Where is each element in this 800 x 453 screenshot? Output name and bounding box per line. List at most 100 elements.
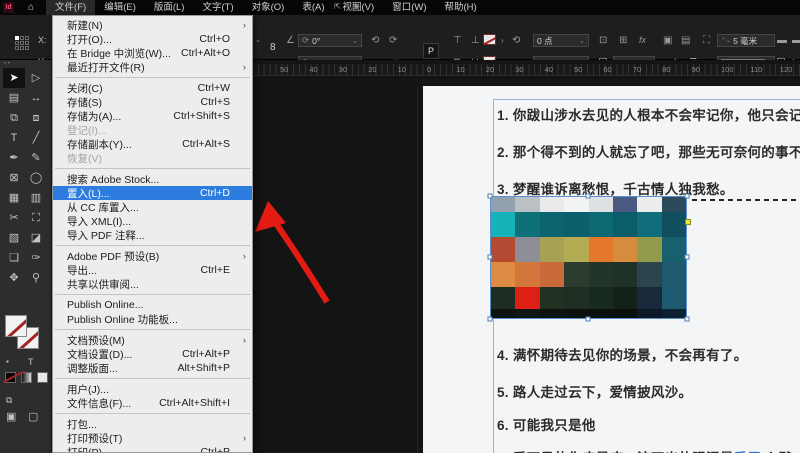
rotate-small-icon[interactable]: ⟲: [512, 34, 520, 47]
constrain-proportions-icon[interactable]: 8: [270, 41, 276, 54]
file-menu-item-20[interactable]: 共享以供审阅...: [53, 277, 252, 291]
rotation-angle-field[interactable]: ⟳ 0°⌄: [298, 34, 362, 47]
eyedropper-tool-icon[interactable]: ✑: [25, 248, 47, 268]
file-menu-item-18[interactable]: Adobe PDF 预设(B)›: [53, 249, 252, 263]
file-menu-item-7[interactable]: 存储为(A)...Ctrl+Shift+S: [53, 109, 252, 123]
fill-none-swatch[interactable]: [483, 34, 496, 45]
file-menu-item-3[interactable]: 最近打开文件(R)›: [53, 60, 252, 74]
formatting-container-icon[interactable]: ▪: [6, 352, 9, 372]
file-menu-item-22[interactable]: Publish Online...: [53, 298, 252, 312]
document-text-line[interactable]: 6. 可能我只是他: [497, 414, 800, 434]
menubar-item-1[interactable]: 编辑(E): [95, 0, 145, 15]
frame-handle[interactable]: [488, 317, 493, 322]
gradient-swatch-tool-icon[interactable]: ▧: [3, 228, 25, 248]
menubar-item-7[interactable]: 窗口(W): [383, 0, 435, 15]
content-placer-tool-icon[interactable]: ⧈: [25, 108, 47, 128]
polygon-tool-icon[interactable]: ▥: [25, 188, 47, 208]
screen-mode-preview-icon[interactable]: ▢: [28, 407, 38, 427]
document-text-line[interactable]: 2. 那个得不到的人就忘了吧，那些无可奈何的事不如算了。: [497, 141, 800, 161]
file-menu-item-13[interactable]: 置入(L)...Ctrl+D: [53, 186, 252, 200]
file-menu-item-6[interactable]: 存储(S)Ctrl+S: [53, 95, 252, 109]
window-arrange-icon[interactable]: ⇱: [332, 2, 343, 12]
apply-none-button[interactable]: [37, 372, 48, 383]
home-icon[interactable]: ⌂: [28, 2, 34, 13]
align-top-icon[interactable]: ⊤: [453, 34, 462, 47]
file-menu-item-14[interactable]: 从 CC 库置入...: [53, 200, 252, 214]
object-states-icon[interactable]: ▬: [777, 34, 787, 47]
corner-options-icon[interactable]: ⛶: [703, 34, 710, 47]
document-text-line[interactable]: 7. 看不见的伤疤最疼，流不出的眼泪最委屈 心酸，一个人: [497, 447, 800, 453]
text-frame-options-icon[interactable]: ▣: [663, 34, 672, 47]
file-menu-item-5[interactable]: 关闭(C)Ctrl+W: [53, 81, 252, 95]
frame-handle[interactable]: [488, 255, 493, 260]
file-menu-item-1[interactable]: 打开(O)...Ctrl+O: [53, 32, 252, 46]
scissors-tool-icon[interactable]: ✂: [3, 208, 25, 228]
frame-handle[interactable]: [685, 317, 690, 322]
frame-handle[interactable]: [586, 317, 591, 322]
fit-frame-icon[interactable]: ⊞: [619, 34, 627, 47]
direct-selection-tool-icon[interactable]: ▷: [25, 68, 47, 88]
file-menu-item-34[interactable]: 打印(P)...Ctrl+P: [53, 445, 252, 453]
file-menu-item-27[interactable]: 调整版面...Alt+Shift+P: [53, 361, 252, 375]
formatting-text-icon[interactable]: T: [28, 352, 34, 372]
fill-swatch-none[interactable]: [5, 315, 27, 337]
screen-mode-normal-icon[interactable]: ▣: [6, 407, 16, 427]
free-transform-tool-icon[interactable]: ⛶: [25, 208, 47, 228]
align-bottom-icon[interactable]: ⊥: [471, 34, 480, 47]
file-menu-item-25[interactable]: 文档预设(M)›: [53, 333, 252, 347]
page-tool-icon[interactable]: ▤: [3, 88, 25, 108]
file-menu-item-8[interactable]: 登记(I)...: [53, 123, 252, 137]
file-menu-item-23[interactable]: Publish Online 功能板...: [53, 312, 252, 326]
file-menu-item-26[interactable]: 文档设置(D)...Ctrl+Alt+P: [53, 347, 252, 361]
frame-handle[interactable]: [488, 194, 493, 199]
placed-image-frame[interactable]: [490, 196, 687, 319]
file-menu-item-19[interactable]: 导出...Ctrl+E: [53, 263, 252, 277]
baseline-options-icon[interactable]: ▤: [681, 34, 690, 47]
menubar-item-4[interactable]: 对象(O): [243, 0, 294, 15]
file-menu-item-0[interactable]: 新建(N)›: [53, 18, 252, 32]
ellipse-tool-icon[interactable]: ◯: [25, 168, 47, 188]
selection-tool-icon[interactable]: ➤: [3, 68, 25, 88]
frame-handle[interactable]: [685, 194, 690, 199]
document-text-line[interactable]: 5. 路人走过云下，爱情披风沙。: [497, 381, 800, 401]
auto-fit-icon[interactable]: fx: [639, 34, 646, 47]
frame-handle[interactable]: [586, 194, 591, 199]
document-text-line[interactable]: 4. 满怀期待去见你的场景，不会再有了。: [497, 344, 800, 364]
rotate-ccw-icon[interactable]: ⟲: [371, 34, 379, 47]
corner-options-handle[interactable]: [685, 219, 691, 225]
note-tool-icon[interactable]: ❏: [3, 248, 25, 268]
file-menu-item-32[interactable]: 打包...: [53, 417, 252, 431]
gap-tool-icon[interactable]: ↔: [25, 88, 47, 108]
menubar-item-8[interactable]: 帮助(H): [435, 0, 485, 15]
chevron-down-icon[interactable]: ⌄: [255, 34, 261, 47]
file-menu-item-12[interactable]: 搜索 Adobe Stock...: [53, 172, 252, 186]
menubar-item-0[interactable]: 文件(F): [46, 0, 95, 15]
document-text-line[interactable]: 1. 你跋山涉水去见的人根本不会牢记你，他只会记得自己跋: [497, 104, 800, 124]
file-menu-item-16[interactable]: 导入 PDF 注释...: [53, 228, 252, 242]
frame-handle[interactable]: [685, 255, 690, 260]
reference-point-proxy-icon[interactable]: [15, 36, 29, 50]
type-tool-icon[interactable]: T: [3, 128, 25, 148]
rectangle-tool-icon[interactable]: ▦: [3, 188, 25, 208]
corner-size-field[interactable]: ⌃⌄ 5 毫米: [717, 34, 775, 47]
file-menu-item-2[interactable]: 在 Bridge 中浏览(W)...Ctrl+Alt+O: [53, 46, 252, 60]
file-menu-item-9[interactable]: 存储副本(Y)...Ctrl+Alt+S: [53, 137, 252, 151]
menubar-item-3[interactable]: 文字(T): [193, 0, 242, 15]
document-text-line[interactable]: 3. 梦醒谁诉离愁恨，千古情人独我愁。: [497, 178, 800, 198]
object-export-icon[interactable]: ▬: [792, 34, 800, 47]
file-menu-item-30[interactable]: 文件信息(F)...Ctrl+Alt+Shift+I: [53, 396, 252, 410]
chevron-right-icon[interactable]: ›: [501, 34, 504, 47]
file-menu-item-33[interactable]: 打印预设(T)›: [53, 431, 252, 445]
content-collector-tool-icon[interactable]: ⧉: [3, 108, 25, 128]
frame-tool-icon[interactable]: ⊠: [3, 168, 25, 188]
rotate-cw-icon[interactable]: ⟳: [389, 34, 397, 47]
line-tool-icon[interactable]: ╱: [25, 128, 47, 148]
fit-content-icon[interactable]: ⊡: [599, 34, 607, 47]
zoom-tool-icon[interactable]: ⚲: [25, 268, 47, 288]
pencil-tool-icon[interactable]: ✎: [25, 148, 47, 168]
pen-tool-icon[interactable]: ✒: [3, 148, 25, 168]
file-menu-item-29[interactable]: 用户(J)...: [53, 382, 252, 396]
menubar-item-5[interactable]: 表(A): [293, 0, 333, 15]
gradient-feather-tool-icon[interactable]: ◪: [25, 228, 47, 248]
file-menu-item-15[interactable]: 导入 XML(I)...: [53, 214, 252, 228]
